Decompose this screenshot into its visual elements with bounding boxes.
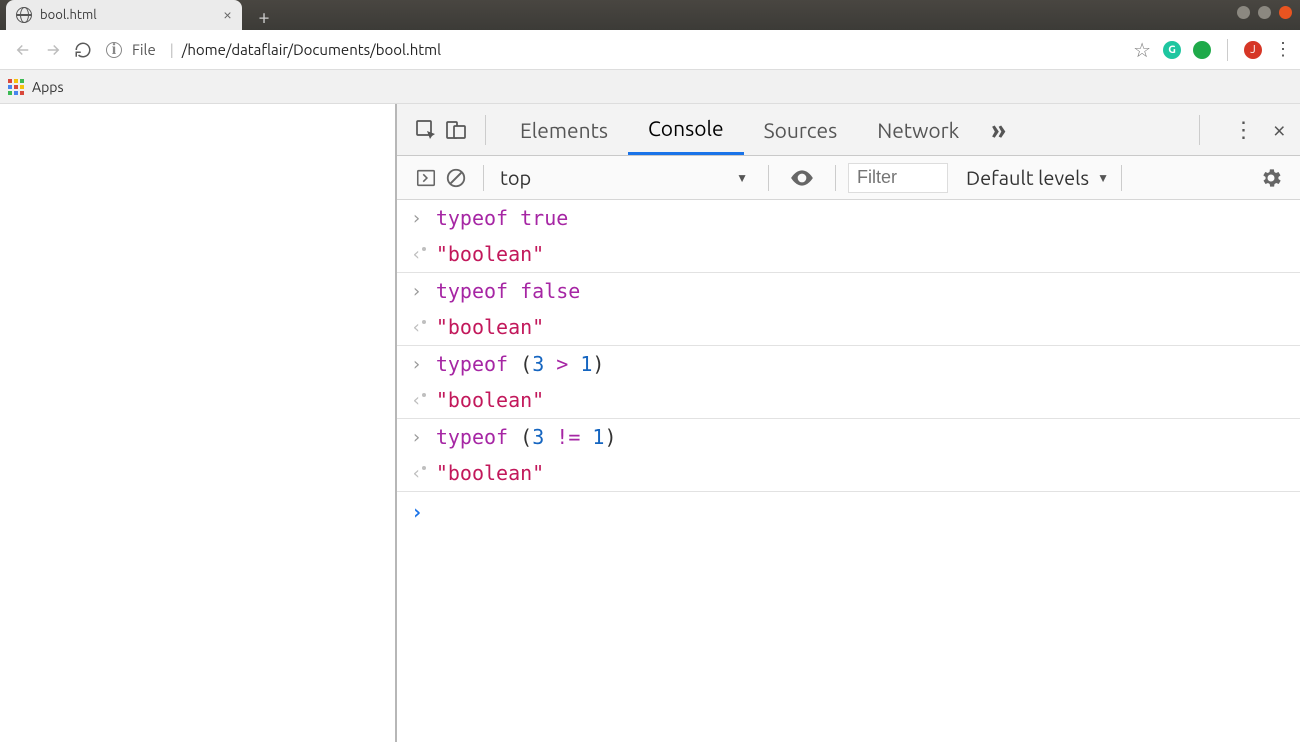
- console-input-line[interactable]: › typeof (3 > 1): [397, 346, 1300, 382]
- console-output-line[interactable]: ‹ "boolean": [397, 382, 1300, 418]
- levels-label: Default levels: [966, 166, 1089, 189]
- input-arrow-icon: ›: [411, 208, 422, 229]
- window-titlebar: bool.html × +: [0, 0, 1300, 30]
- console-output-value: "boolean": [436, 461, 544, 485]
- extension-green-icon[interactable]: [1193, 41, 1211, 59]
- output-arrow-icon: ‹: [411, 390, 422, 411]
- output-arrow-icon: ‹: [411, 244, 422, 265]
- toolbar-separator: [768, 165, 769, 191]
- tab-elements[interactable]: Elements: [500, 104, 628, 155]
- devtools-panel: Elements Console Sources Network » ⋮ × t…: [397, 104, 1300, 742]
- console-output-value: "boolean": [436, 315, 544, 339]
- dropdown-triangle-icon: ▼: [736, 171, 748, 185]
- console-input-line[interactable]: › typeof (3 != 1): [397, 419, 1300, 455]
- console-settings-icon[interactable]: [1256, 163, 1286, 193]
- prompt-arrow-icon: ›: [411, 500, 423, 524]
- console-entry: › typeof true ‹ "boolean": [397, 200, 1300, 273]
- new-tab-button[interactable]: +: [250, 2, 278, 30]
- devtools-menu-icon[interactable]: ⋮: [1232, 117, 1254, 143]
- main-area: Elements Console Sources Network » ⋮ × t…: [0, 104, 1300, 742]
- apps-button[interactable]: Apps: [8, 79, 64, 95]
- url-scheme: File: [132, 41, 156, 58]
- device-toolbar-icon[interactable]: [441, 115, 471, 145]
- forward-button[interactable]: [38, 35, 68, 65]
- toolbar-separator: [835, 165, 836, 191]
- inspect-element-icon[interactable]: [411, 115, 441, 145]
- console-input-code: typeof (3 > 1): [436, 352, 605, 376]
- console-filter-input[interactable]: [848, 163, 948, 193]
- apps-grid-icon: [8, 79, 24, 95]
- live-expression-icon[interactable]: [787, 163, 817, 193]
- chrome-menu-icon[interactable]: ⋮: [1274, 39, 1292, 60]
- window-maximize-icon[interactable]: [1258, 6, 1271, 19]
- input-arrow-icon: ›: [411, 427, 422, 448]
- toolbar-separator: [1199, 115, 1200, 145]
- console-entry: › typeof (3 > 1) ‹ "boolean": [397, 346, 1300, 419]
- tab-console[interactable]: Console: [628, 104, 744, 155]
- globe-icon: [16, 7, 32, 23]
- address-bar: i File | /home/dataflair/Documents/bool.…: [0, 30, 1300, 70]
- tab-title: bool.html: [40, 8, 97, 22]
- devtools-tabbar: Elements Console Sources Network » ⋮ ×: [397, 104, 1300, 156]
- window-close-icon[interactable]: [1279, 6, 1292, 19]
- toolbar-separator: [483, 165, 484, 191]
- site-info-icon[interactable]: i: [106, 42, 122, 58]
- console-entry: › typeof false ‹ "boolean": [397, 273, 1300, 346]
- input-arrow-icon: ›: [411, 354, 422, 375]
- url-input[interactable]: i File | /home/dataflair/Documents/bool.…: [106, 41, 1123, 58]
- console-sidebar-toggle-icon[interactable]: [411, 163, 441, 193]
- output-arrow-icon: ‹: [411, 317, 422, 338]
- more-tabs-icon[interactable]: »: [991, 115, 1006, 144]
- input-arrow-icon: ›: [411, 281, 422, 302]
- url-path: /home/dataflair/Documents/bool.html: [182, 41, 441, 58]
- console-entry: › typeof (3 != 1) ‹ "boolean": [397, 419, 1300, 492]
- browser-tab[interactable]: bool.html ×: [6, 0, 242, 30]
- toolbar-separator: [1121, 165, 1122, 191]
- tab-close-icon[interactable]: ×: [223, 6, 232, 24]
- console-output-line[interactable]: ‹ "boolean": [397, 455, 1300, 491]
- clear-console-icon[interactable]: [441, 163, 471, 193]
- console-input-line[interactable]: › typeof true: [397, 200, 1300, 236]
- execution-context-selector[interactable]: top ▼: [496, 166, 756, 189]
- window-controls: [1237, 6, 1292, 19]
- devtools-tabs: Elements Console Sources Network: [500, 104, 979, 155]
- toolbar-separator: [1227, 39, 1228, 61]
- reload-button[interactable]: [68, 35, 98, 65]
- devtools-close-icon[interactable]: ×: [1272, 116, 1286, 143]
- window-minimize-icon[interactable]: [1237, 6, 1250, 19]
- console-output-line[interactable]: ‹ "boolean": [397, 309, 1300, 345]
- dropdown-triangle-icon: ▼: [1097, 171, 1109, 185]
- console-input-line[interactable]: › typeof false: [397, 273, 1300, 309]
- output-arrow-icon: ‹: [411, 463, 422, 484]
- page-viewport[interactable]: [0, 104, 397, 742]
- console-input-code: typeof true: [436, 206, 568, 230]
- log-levels-selector[interactable]: Default levels ▼: [966, 166, 1109, 189]
- console-output-value: "boolean": [436, 388, 544, 412]
- toolbar-separator: [485, 115, 486, 145]
- extension-grammarly-icon[interactable]: G: [1163, 41, 1181, 59]
- console-output[interactable]: › typeof true ‹ "boolean" › typeof false ‹ "boo…: [397, 200, 1300, 532]
- console-output-value: "boolean": [436, 242, 544, 266]
- console-toolbar: top ▼ Default levels ▼: [397, 156, 1300, 200]
- bookmark-star-icon[interactable]: ☆: [1133, 38, 1151, 62]
- console-prompt[interactable]: ›: [397, 492, 1300, 532]
- apps-label: Apps: [32, 79, 64, 95]
- back-button[interactable]: [8, 35, 38, 65]
- tab-network[interactable]: Network: [857, 104, 979, 155]
- profile-avatar-icon[interactable]: J: [1244, 41, 1262, 59]
- tab-sources[interactable]: Sources: [744, 104, 858, 155]
- console-input-code: typeof (3 != 1): [436, 425, 617, 449]
- url-separator: |: [170, 41, 174, 58]
- console-output-line[interactable]: ‹ "boolean": [397, 236, 1300, 272]
- console-input-code: typeof false: [436, 279, 581, 303]
- context-label: top: [500, 166, 531, 189]
- bookmarks-bar: Apps: [0, 70, 1300, 104]
